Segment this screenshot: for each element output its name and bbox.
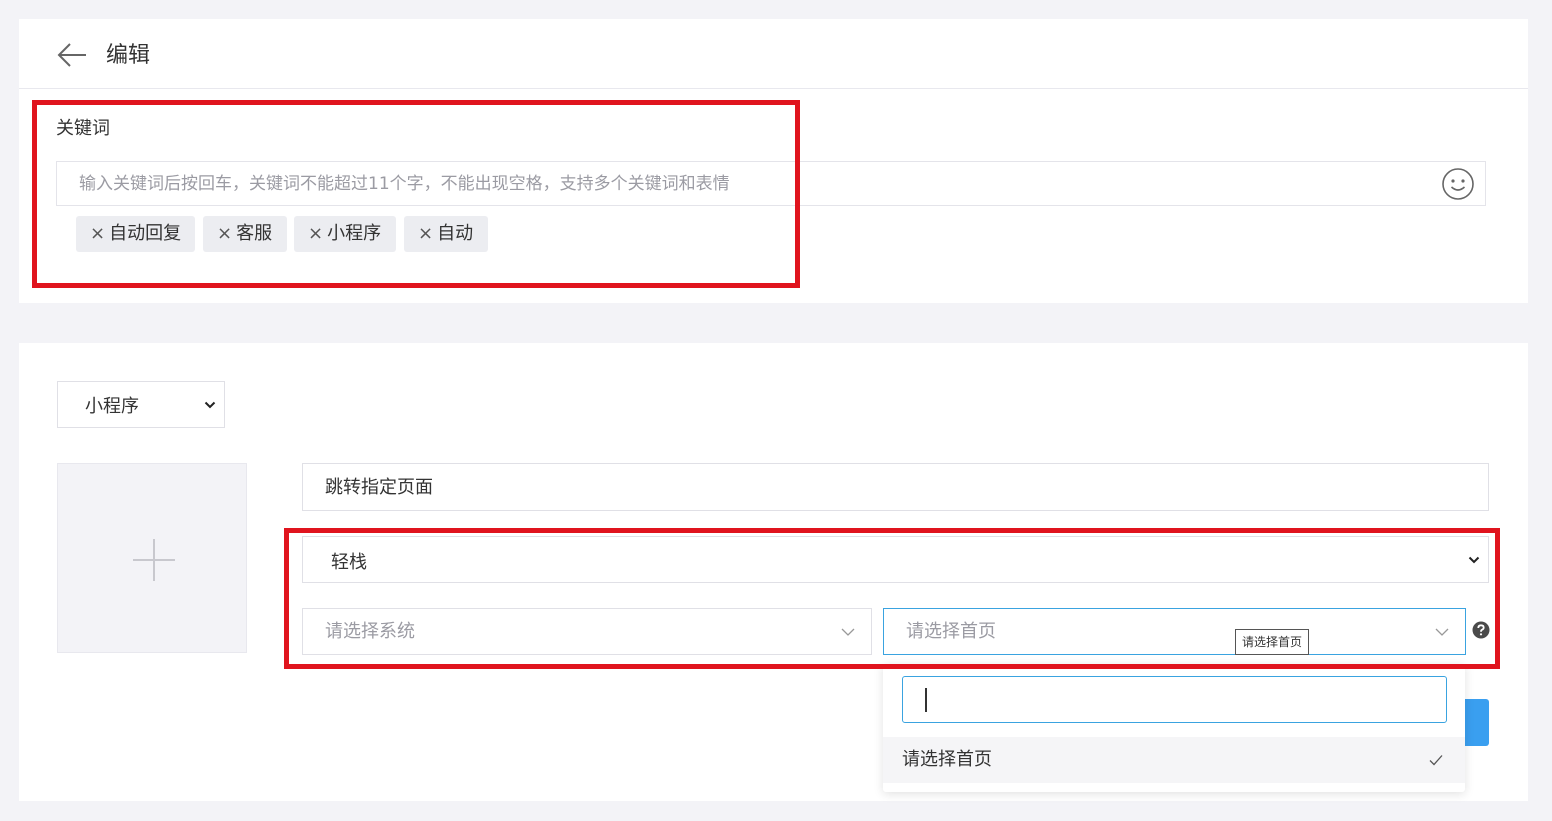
keyword-tag-label: 客服 <box>236 223 273 244</box>
remove-tag-icon[interactable]: × <box>90 223 105 244</box>
reply-type-value: 小程序 <box>85 396 139 417</box>
keywords-card: 编辑 关键词 ×自动回复 ×客服 ×小程序 ×自动 <box>19 19 1528 303</box>
help-icon[interactable] <box>1472 621 1490 639</box>
keyword-tag: × 小程序 <box>294 216 396 252</box>
remove-tag-icon[interactable]: × <box>308 223 323 244</box>
app-select-value: 轻栈 <box>331 552 367 573</box>
app-select[interactable]: 轻栈 <box>302 536 1489 583</box>
keywords-label: 关键词 <box>56 118 110 139</box>
home-page-select[interactable]: 请选择首页 <box>883 608 1466 655</box>
chevron-down-icon <box>1468 556 1480 563</box>
page-title: 编辑 <box>106 43 151 68</box>
back-arrow-icon[interactable] <box>56 41 88 69</box>
keyword-input-field <box>56 161 1486 206</box>
dropdown-search-field <box>902 676 1447 723</box>
text-cursor <box>925 688 927 712</box>
remove-tag-icon[interactable]: × <box>418 223 433 244</box>
emoji-icon[interactable] <box>1441 167 1475 201</box>
remove-tag-icon[interactable]: × <box>217 223 232 244</box>
header-divider <box>19 88 1528 89</box>
keyword-tag-label: 自动 <box>437 223 474 244</box>
plus-icon <box>133 539 175 581</box>
keyword-tag-label: 小程序 <box>327 223 382 244</box>
image-upload[interactable] <box>57 463 247 653</box>
dropdown-search-input[interactable] <box>903 677 1446 722</box>
dropdown-option[interactable]: 请选择首页 <box>883 737 1465 783</box>
keyword-input[interactable] <box>57 162 1449 205</box>
keyword-tag: × 自动回复 <box>76 216 195 252</box>
dropdown-option-label: 请选择首页 <box>902 749 992 770</box>
home-select-placeholder: 请选择首页 <box>906 621 996 642</box>
check-icon <box>1429 755 1443 766</box>
keyword-tag: × 客服 <box>203 216 287 252</box>
home-page-dropdown: 请选择首页 <box>883 664 1465 792</box>
system-select[interactable]: 请选择系统 <box>302 608 872 655</box>
keyword-tag: × 自动 <box>404 216 488 252</box>
page-input-value: 跳转指定页面 <box>325 477 433 498</box>
chevron-down-icon <box>1435 628 1449 636</box>
chevron-down-icon <box>204 401 216 408</box>
page-input[interactable]: 跳转指定页面 <box>302 463 1489 511</box>
keyword-tag-label: 自动回复 <box>109 223 182 244</box>
system-select-placeholder: 请选择系统 <box>325 621 415 642</box>
chevron-down-icon <box>841 628 855 636</box>
tooltip: 请选择首页 <box>1235 629 1310 655</box>
reply-type-select[interactable]: 小程序 <box>57 381 225 428</box>
